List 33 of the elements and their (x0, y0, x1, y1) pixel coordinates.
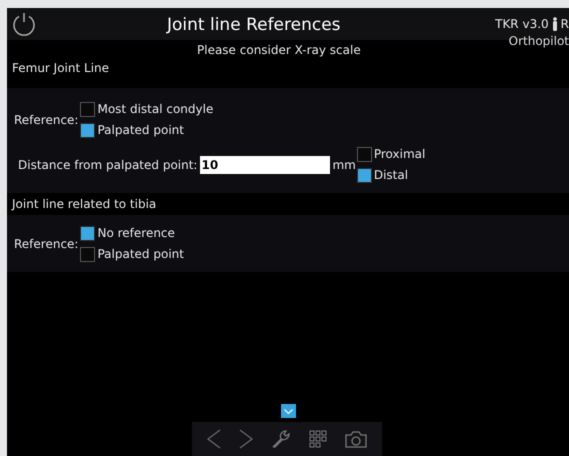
power-icon[interactable] (11, 11, 37, 37)
window-title: Joint line References (167, 14, 341, 37)
section-title: Joint line related to tibia (12, 196, 156, 213)
reference-label: Reference: (14, 236, 78, 252)
checkbox[interactable] (356, 146, 372, 162)
option-label: No reference (97, 225, 175, 242)
version-text: R (560, 16, 569, 33)
option-label: Palpated point (97, 122, 184, 139)
checkbox[interactable] (356, 168, 372, 182)
option-label: Distal (374, 167, 408, 184)
section-title: Femur Joint Line (12, 60, 110, 77)
wrench-icon[interactable] (271, 429, 291, 449)
option-label: Proximal (374, 146, 426, 163)
checkbox[interactable] (80, 226, 96, 240)
checkbox[interactable] (80, 102, 96, 116)
option-label: Palpated point (97, 246, 184, 263)
figure-icon (552, 17, 558, 31)
checkbox[interactable] (80, 122, 96, 138)
checkbox[interactable] (80, 246, 96, 262)
camera-icon[interactable] (345, 430, 367, 448)
version-text: TKR v3.0 (495, 16, 549, 33)
expand-button[interactable] (280, 404, 296, 418)
chevron-down-icon (284, 408, 292, 414)
product-name: Orthopilot (508, 33, 569, 50)
grid-icon[interactable] (309, 430, 327, 448)
option-label: Most distal condyle (97, 101, 214, 118)
forward-icon[interactable] (239, 429, 253, 449)
back-icon[interactable] (207, 429, 221, 449)
distance-field[interactable]: 10 (200, 156, 330, 174)
unit-label: mm (332, 156, 356, 174)
distance-label: Distance from palpated point: (18, 156, 198, 174)
notice-text: Please consider X-ray scale (197, 42, 361, 59)
reference-label: Reference: (14, 112, 78, 128)
